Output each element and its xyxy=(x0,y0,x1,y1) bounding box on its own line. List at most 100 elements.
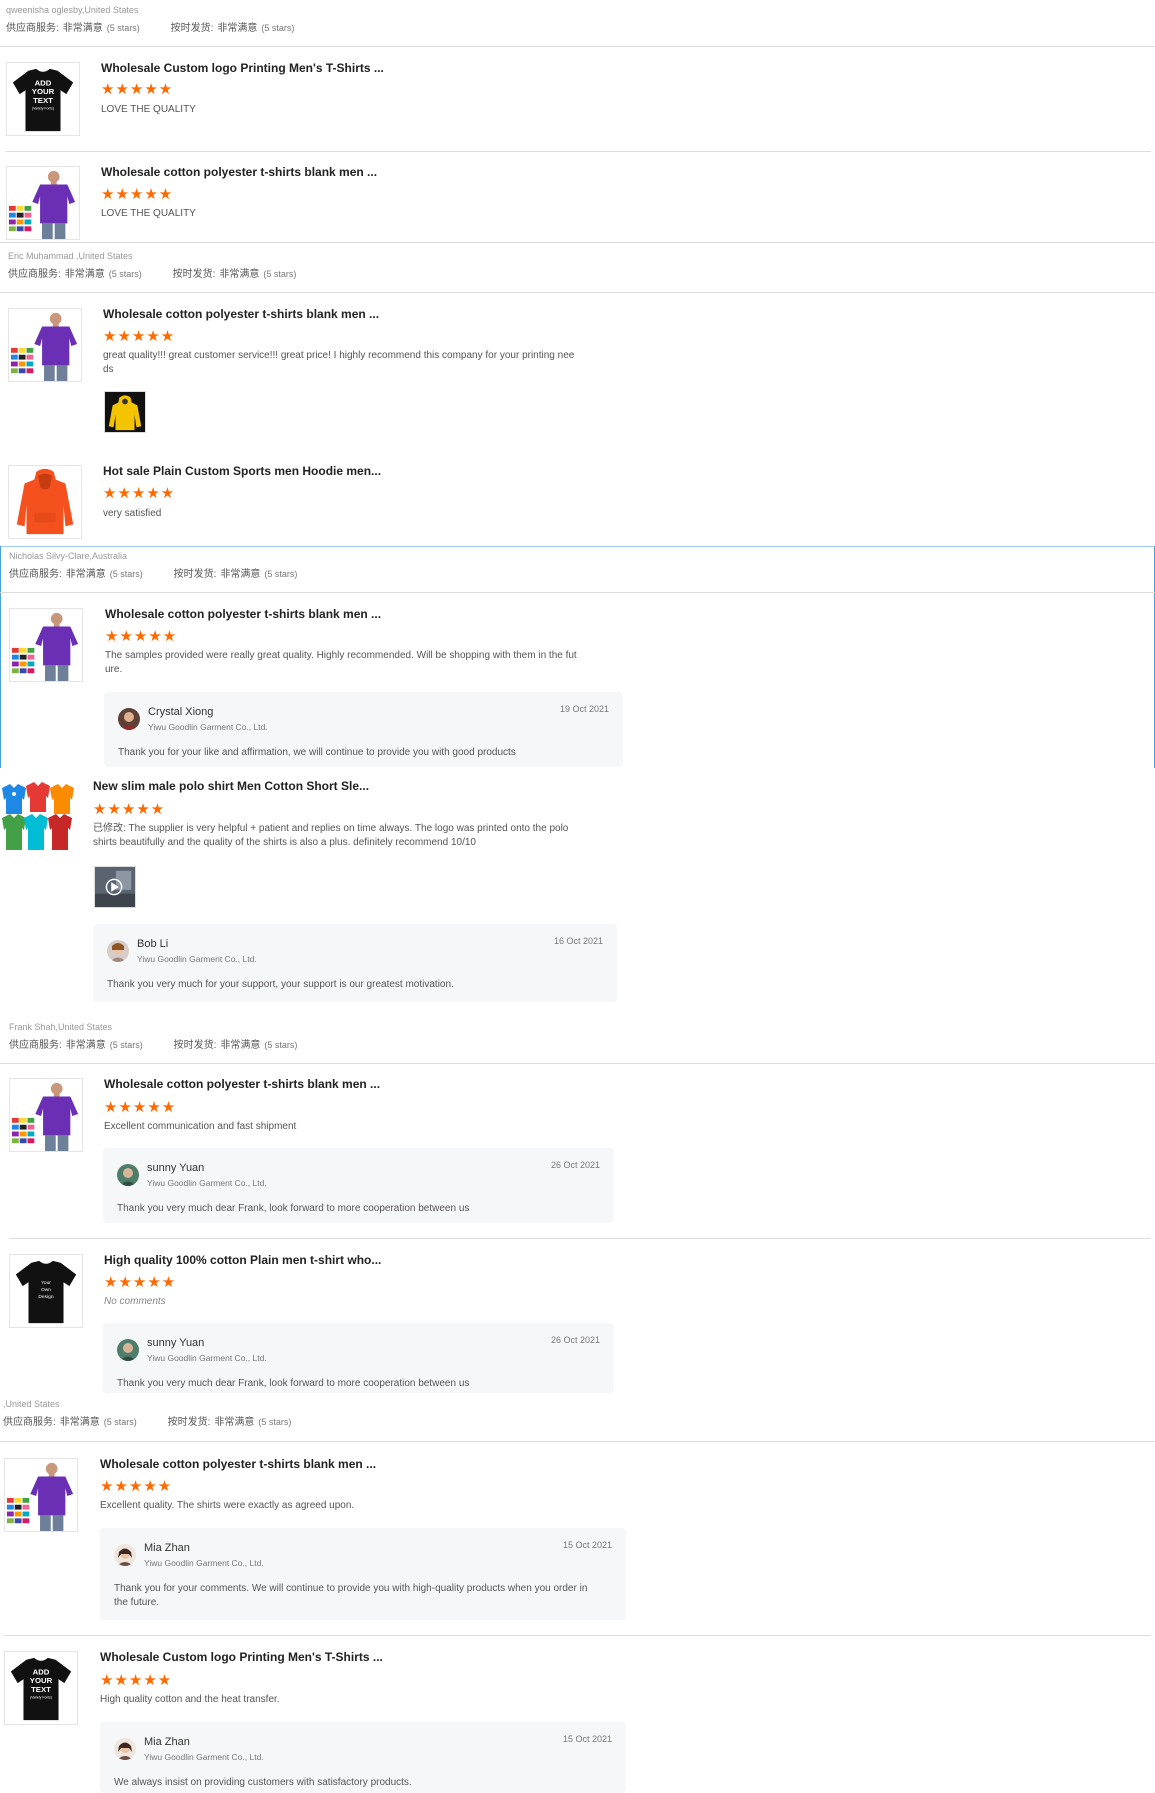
reply-message: Thank you very much dear Frank, look for… xyxy=(117,1203,470,1214)
product-thumbnail[interactable] xyxy=(8,465,82,539)
review-text: Excellent quality. The shirts were exact… xyxy=(100,1500,355,1511)
divider xyxy=(6,151,1151,152)
svg-text:(Variety Fonts): (Variety Fonts) xyxy=(30,1696,52,1700)
on-time-shipping-stars: (5 stars) xyxy=(258,1417,292,1427)
supplier-service-value: 非常满意 xyxy=(59,1417,100,1428)
reply-author: Mia Zhan xyxy=(144,1542,190,1554)
review-text: The samples provided were really great q… xyxy=(105,650,577,675)
divider xyxy=(0,242,1155,243)
reviewer-header: ,United States 供应商服务: 非常满意 (5 stars) 按时发货:… xyxy=(3,1399,1155,1428)
svg-text:Design: Design xyxy=(38,1294,53,1300)
supplier-service-value: 非常满意 xyxy=(65,569,106,580)
review-video-thumbnail[interactable] xyxy=(94,866,136,908)
svg-text:TEXT: TEXT xyxy=(33,96,53,105)
product-title-link[interactable]: New slim male polo shirt Men Cotton Shor… xyxy=(93,779,369,793)
product-title-link[interactable]: Wholesale cotton polyester t-shirts blan… xyxy=(101,165,377,179)
product-title-link[interactable]: Wholesale Custom logo Printing Men's T-S… xyxy=(100,1650,383,1664)
reviewer-name: Frank Shah,United States xyxy=(9,1022,113,1032)
supplier-service-label: 供应商服务: xyxy=(9,1040,62,1051)
reply-message: Thank you very much for your support, yo… xyxy=(107,979,454,990)
review-text-empty: No comments xyxy=(104,1296,166,1307)
divider xyxy=(0,546,1155,547)
reply-author: sunny Yuan xyxy=(147,1337,205,1349)
reviewer-header: qweenisha oglesby,United States 供应商服务: 非常… xyxy=(6,5,1155,34)
svg-text:YOUR: YOUR xyxy=(32,87,55,96)
on-time-shipping-value: 非常满意 xyxy=(220,1040,261,1051)
on-time-shipping-value: 非常满意 xyxy=(219,269,260,280)
avatar xyxy=(117,1339,139,1361)
reviewer-ratings: 供应商服务: 非常满意 (5 stars) 按时发货: 非常满意 (5 stars) xyxy=(3,1413,1155,1428)
reply-message: We always insist on providing customers … xyxy=(114,1777,412,1788)
supplier-service-stars: (5 stars) xyxy=(109,1040,143,1050)
svg-text:TEXT: TEXT xyxy=(31,1685,51,1694)
review-text: LOVE THE QUALITY xyxy=(101,104,196,115)
divider xyxy=(0,1441,1155,1442)
avatar xyxy=(117,1164,139,1186)
product-thumbnail[interactable]: Your Own Design xyxy=(9,1254,83,1328)
avatar xyxy=(114,1738,136,1760)
reviewer-ratings: 供应商服务: 非常满意 (5 stars) 按时发货: 非常满意 (5 stars) xyxy=(9,565,1155,580)
supplier-service-stars: (5 stars) xyxy=(103,1417,137,1427)
supplier-service-value: 非常满意 xyxy=(64,269,105,280)
on-time-shipping-label: 按时发货: xyxy=(167,1417,211,1428)
reviewer-name: Eric Muhammad ,United States xyxy=(8,251,133,261)
reply-author: sunny Yuan xyxy=(147,1162,205,1174)
supplier-service-stars: (5 stars) xyxy=(106,23,140,33)
reply-message: Thank you very much dear Frank, look for… xyxy=(117,1378,470,1389)
reply-company: Yiwu Goodlin Garment Co., Ltd. xyxy=(144,1752,264,1762)
on-time-shipping-stars: (5 stars) xyxy=(263,269,297,279)
reviewer-ratings: 供应商服务: 非常满意 (5 stars) 按时发货: 非常满意 (5 stars) xyxy=(6,19,1155,34)
product-thumbnail[interactable] xyxy=(8,308,82,382)
on-time-shipping-label: 按时发货: xyxy=(173,569,217,580)
divider xyxy=(4,1635,1151,1636)
product-title-link[interactable]: Wholesale cotton polyester t-shirts blan… xyxy=(100,1457,376,1471)
divider xyxy=(0,46,1155,47)
supplier-service-value: 非常满意 xyxy=(62,23,103,34)
product-title-link[interactable]: Wholesale cotton polyester t-shirts blan… xyxy=(105,607,381,621)
product-title-link[interactable]: Hot sale Plain Custom Sports men Hoodie … xyxy=(103,464,381,478)
rating-stars: ★★★★★ xyxy=(101,186,174,203)
reply-company: Yiwu Goodlin Garment Co., Ltd. xyxy=(144,1558,264,1568)
reply-date: 26 Oct 2021 xyxy=(550,1335,600,1345)
divider xyxy=(0,592,1155,593)
reply-company: Yiwu Goodlin Garment Co., Ltd. xyxy=(137,954,257,964)
rating-stars: ★★★★★ xyxy=(100,1478,173,1495)
supplier-reply: Crystal Xiong Yiwu Goodlin Garment Co., … xyxy=(104,692,623,767)
reply-author: Bob Li xyxy=(137,938,169,950)
highlight-border-left xyxy=(0,546,1,768)
product-title-link[interactable]: Wholesale Custom logo Printing Men's T-S… xyxy=(101,61,384,75)
review-text: 已修改: The supplier is very helpful + pati… xyxy=(93,823,569,848)
supplier-service-value: 非常满意 xyxy=(65,1040,106,1051)
reply-company: Yiwu Goodlin Garment Co., Ltd. xyxy=(147,1353,267,1363)
reply-date: 19 Oct 2021 xyxy=(559,704,609,714)
reply-date: 16 Oct 2021 xyxy=(553,936,603,946)
rating-stars: ★★★★★ xyxy=(93,801,166,818)
product-title-link[interactable]: High quality 100% cotton Plain men t-shi… xyxy=(104,1253,381,1267)
rating-stars: ★★★★★ xyxy=(103,485,176,502)
on-time-shipping-label: 按时发货: xyxy=(170,23,214,34)
review-text: great quality!!! great customer service!… xyxy=(103,350,575,375)
product-title-link[interactable]: Wholesale cotton polyester t-shirts blan… xyxy=(104,1077,380,1091)
review-text: Excellent communication and fast shipmen… xyxy=(104,1121,297,1132)
product-thumbnail[interactable] xyxy=(4,1458,78,1532)
on-time-shipping-value: 非常满意 xyxy=(217,23,258,34)
on-time-shipping-stars: (5 stars) xyxy=(264,1040,298,1050)
product-title-link[interactable]: Wholesale cotton polyester t-shirts blan… xyxy=(103,307,379,321)
reviewer-name: Nicholas Silvy-Clare,Australia xyxy=(9,551,128,561)
product-thumbnail[interactable] xyxy=(0,780,74,854)
svg-text:Your: Your xyxy=(41,1280,51,1286)
review-text: High quality cotton and the heat transfe… xyxy=(100,1694,280,1705)
divider xyxy=(0,1063,1155,1064)
avatar xyxy=(118,708,140,730)
product-thumbnail[interactable]: ADD YOUR TEXT (Variety Fonts) xyxy=(6,62,80,136)
product-thumbnail[interactable] xyxy=(9,608,83,682)
reply-message: Thank you for your comments. We will con… xyxy=(114,1583,588,1608)
review-photo[interactable] xyxy=(104,391,146,433)
product-thumbnail[interactable] xyxy=(9,1078,83,1152)
rating-stars: ★★★★★ xyxy=(104,1274,177,1291)
reviewer-ratings: 供应商服务: 非常满意 (5 stars) 按时发货: 非常满意 (5 stars) xyxy=(8,265,1155,280)
product-thumbnail[interactable]: ADD YOUR TEXT (Variety Fonts) xyxy=(4,1651,78,1725)
product-thumbnail[interactable] xyxy=(6,166,80,240)
reply-author: Crystal Xiong xyxy=(148,706,214,718)
on-time-shipping-label: 按时发货: xyxy=(172,269,216,280)
